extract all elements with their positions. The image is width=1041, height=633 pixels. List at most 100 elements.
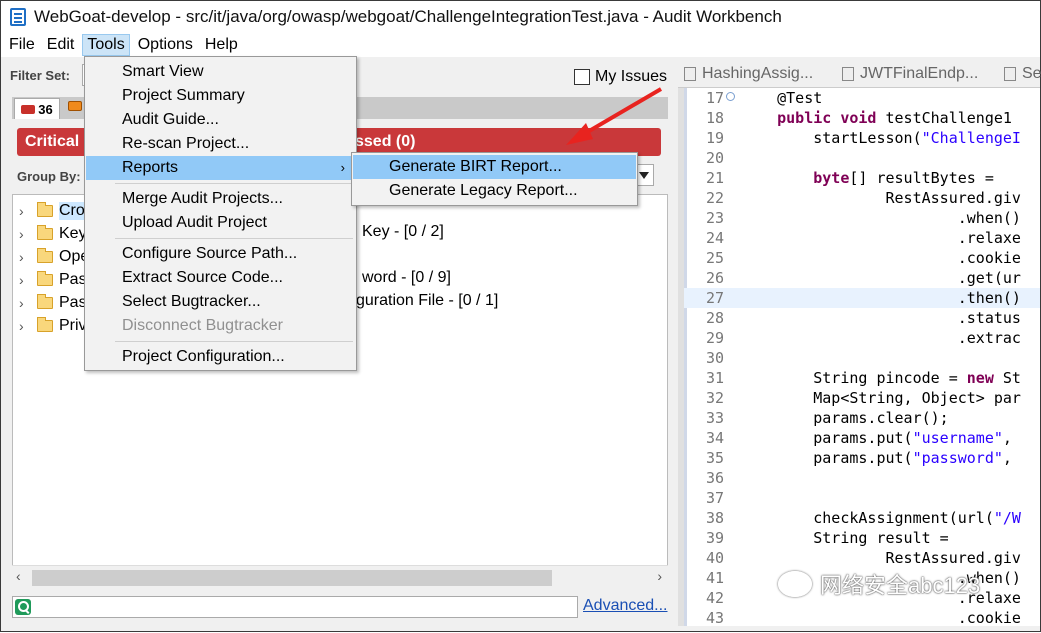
menu-item-select-bugtracker[interactable]: Select Bugtracker... <box>86 290 355 314</box>
tree-item[interactable]: › Priv <box>13 315 87 337</box>
code-line[interactable]: 38 checkAssignment(url("/W <box>684 508 1040 528</box>
code-line[interactable]: 35 params.put("password", <box>684 448 1040 468</box>
suppressed-label: ssed (0) <box>355 133 416 150</box>
line-number: 36 <box>705 469 724 487</box>
critical-swatch-icon <box>21 104 36 114</box>
line-number: 39 <box>705 529 724 547</box>
editor-tab[interactable]: JWTFinalEndp... <box>842 65 978 83</box>
expand-icon[interactable]: › <box>19 318 37 334</box>
tree-item-suffix: word - [0 / 9] <box>362 269 451 286</box>
code-line[interactable]: 37 <box>684 488 1040 508</box>
my-issues-checkbox[interactable] <box>574 69 590 85</box>
code-line[interactable]: 32 Map<String, Object> par <box>684 388 1040 408</box>
menu-help[interactable]: Help <box>201 34 242 56</box>
code-text: public void testChallenge1 <box>777 109 1012 127</box>
tree-horizontal-scrollbar[interactable]: ‹ › <box>12 565 668 589</box>
menu-edit[interactable]: Edit <box>43 34 79 56</box>
scroll-right-icon[interactable]: › <box>657 568 662 584</box>
code-line[interactable]: 18 public void testChallenge1 <box>684 108 1040 128</box>
code-line[interactable]: 29 .extrac <box>684 328 1040 348</box>
menu-item-project-configuration[interactable]: Project Configuration... <box>86 345 355 369</box>
menu-item-audit-guide[interactable]: Audit Guide... <box>86 108 355 132</box>
expand-icon[interactable]: › <box>19 203 37 219</box>
search-input[interactable] <box>12 596 578 618</box>
menu-item-generate-legacy-report[interactable]: Generate Legacy Report... <box>353 179 636 203</box>
code-editor[interactable]: 17 @Test 18 public void testChallenge1 19 … <box>678 88 1040 626</box>
expand-icon[interactable]: › <box>19 226 37 242</box>
code-line[interactable]: 28 .status <box>684 308 1040 328</box>
menu-item-merge-audit-projects[interactable]: Merge Audit Projects... <box>86 187 355 211</box>
code-line[interactable]: 39 String result = <box>684 528 1040 548</box>
tree-item[interactable]: › Pass <box>13 269 95 291</box>
menu-file[interactable]: File <box>5 34 39 56</box>
code-text: params.put("username", <box>741 429 1012 447</box>
code-line[interactable]: 24 .relaxe <box>684 228 1040 248</box>
editor-tab[interactable]: HashingAssig... <box>684 65 813 83</box>
menu-item-upload-audit-project[interactable]: Upload Audit Project <box>86 211 355 235</box>
line-number: 28 <box>705 309 724 327</box>
folder-icon <box>37 294 53 309</box>
group-by-label: Group By: <box>17 169 81 184</box>
advanced-search-link[interactable]: Advanced... <box>583 597 668 615</box>
expand-icon[interactable]: › <box>19 249 37 265</box>
editor-tab[interactable]: Se <box>1004 65 1041 83</box>
line-number: 30 <box>705 349 724 367</box>
code-line[interactable]: 27 .then() <box>684 288 1040 308</box>
scrollbar-thumb[interactable] <box>32 570 552 586</box>
line-number: 38 <box>705 509 724 527</box>
scroll-left-icon[interactable]: ‹ <box>16 568 21 584</box>
line-number: 37 <box>705 489 724 507</box>
tab-critical-count[interactable]: 36 <box>14 98 60 119</box>
menu-item-smart-view[interactable]: Smart View <box>86 60 355 84</box>
tree-item[interactable]: › Key <box>13 223 87 245</box>
code-line[interactable]: 40 RestAssured.giv <box>684 548 1040 568</box>
expand-icon[interactable]: › <box>19 295 37 311</box>
app-icon <box>10 8 26 26</box>
folder-icon <box>37 202 53 217</box>
line-number: 42 <box>705 589 724 607</box>
code-text: .get(ur <box>741 269 1021 287</box>
code-line[interactable]: 25 .cookie <box>684 248 1040 268</box>
menu-item-reports[interactable]: Reports › <box>86 156 355 180</box>
menu-item-generate-birt-report[interactable]: Generate BIRT Report... <box>353 155 636 179</box>
code-line[interactable]: 33 params.clear(); <box>684 408 1040 428</box>
editor-tab-label: Se <box>1022 65 1041 82</box>
line-number: 41 <box>705 569 724 587</box>
my-issues-toggle[interactable]: My Issues <box>574 68 667 86</box>
folder-icon <box>37 317 53 332</box>
code-line[interactable]: 17 @Test <box>684 88 1040 108</box>
tree-item[interactable]: › Ope <box>13 246 89 268</box>
code-text: .cookie <box>741 249 1021 267</box>
line-number: 19 <box>705 129 724 147</box>
tree-item[interactable]: › Pass <box>13 292 95 314</box>
fold-icon[interactable] <box>726 92 735 101</box>
menu-item-extract-source-code[interactable]: Extract Source Code... <box>86 266 355 290</box>
code-text: checkAssignment(url("/W <box>741 509 1021 527</box>
menu-tools[interactable]: Tools <box>82 34 130 56</box>
code-line[interactable]: 21 byte[] resultBytes = <box>684 168 1040 188</box>
tab-high-icon[interactable] <box>68 101 82 111</box>
my-issues-label: My Issues <box>595 68 668 85</box>
code-line[interactable]: 30 <box>684 348 1040 368</box>
menu-options[interactable]: Options <box>134 34 197 56</box>
code-line[interactable]: 31 String pincode = new St <box>684 368 1040 388</box>
line-number: 25 <box>705 249 724 267</box>
window-title: WebGoat-develop - src/it/java/org/owasp/… <box>34 7 782 26</box>
menu-item-project-summary[interactable]: Project Summary <box>86 84 355 108</box>
tree-item[interactable]: › Cro <box>13 200 85 222</box>
code-line[interactable]: 26 .get(ur <box>684 268 1040 288</box>
editor-tab-label: HashingAssig... <box>702 65 814 82</box>
code-line[interactable]: 23 .when() <box>684 208 1040 228</box>
code-line[interactable]: 20 <box>684 148 1040 168</box>
line-number: 33 <box>705 409 724 427</box>
code-line[interactable]: 34 params.put("username", <box>684 428 1040 448</box>
watermark-text: 网络安全abc123 <box>820 573 981 598</box>
code-line[interactable]: 22 RestAssured.giv <box>684 188 1040 208</box>
menu-item-configure-source-path[interactable]: Configure Source Path... <box>86 242 355 266</box>
code-line[interactable]: 19 startLesson("ChallengeI <box>684 128 1040 148</box>
code-line[interactable]: 43 .cookie <box>684 608 1040 626</box>
line-number: 27 <box>705 289 724 307</box>
code-line[interactable]: 36 <box>684 468 1040 488</box>
expand-icon[interactable]: › <box>19 272 37 288</box>
menu-item-rescan-project[interactable]: Re-scan Project... <box>86 132 355 156</box>
